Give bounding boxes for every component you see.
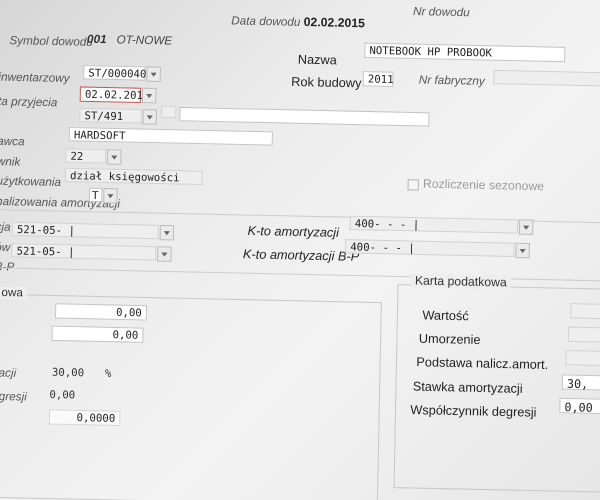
symbol-name: OT-NOWE <box>116 34 173 48</box>
symbol-dowodu-label: Symbol dowodu <box>9 34 93 49</box>
podatkowa-umorzenie-label: Umorzenie <box>418 331 481 348</box>
rozliczenie-sezonowe-checkbox[interactable] <box>407 179 419 191</box>
form-window: Data dowodu 02.02.2015 Nr dowodu Symbol … <box>0 0 600 500</box>
pracownik-dropdown[interactable] <box>106 149 122 165</box>
kst-field[interactable]: ST/491 <box>79 107 142 124</box>
konto-label-1: cja <box>0 221 11 234</box>
nr-dowodu-label: Nr dowodu <box>412 5 470 20</box>
bilansowa-wspolczynnik-label: egresji <box>0 390 27 404</box>
dostawca-field[interactable]: HARDSOFT <box>68 127 273 146</box>
bilansowa-stawka-value: 30,00 <box>51 366 85 380</box>
bilansowa-stawka-label: zacji <box>0 367 17 380</box>
konto-dropdown-2[interactable] <box>159 224 175 241</box>
kto-amortyzacji-field[interactable]: 400- - - | <box>349 215 519 234</box>
inwentarzowy-field[interactable]: ST/0000404 <box>83 65 153 81</box>
kto-amortyzacji-label: K-to amortyzacji <box>247 223 340 240</box>
podatkowa-podstawa-field[interactable] <box>565 349 600 367</box>
nazwa-label: Nazwa <box>297 52 337 68</box>
nr-fabryczny-field[interactable] <box>493 69 600 87</box>
konto-dropdown-3[interactable] <box>157 246 172 262</box>
podatkowa-podstawa-label: Podstawa nalicz.amort. <box>416 354 549 373</box>
nazwa-field[interactable]: NOTEBOOK HP PROBOOK <box>364 42 566 63</box>
kto-amortyzacji-bp-dropdown[interactable] <box>515 242 530 259</box>
data-dowodu-value: 02.02.2015 <box>303 14 366 31</box>
data-dowodu-label: Data dowodu <box>231 15 301 29</box>
podatkowa-wartosc-field[interactable] <box>570 303 600 320</box>
podatkowa-stawka-label: Stawka amortyzacji <box>412 379 523 396</box>
konto-field-3[interactable]: 521-05- | <box>11 243 157 261</box>
podatkowa-wspolczynnik-field[interactable]: 0,00 <box>559 397 600 415</box>
kto-amortyzacji-bp-label: K-to amortyzacji B-P <box>242 247 360 264</box>
miejsce-uzytkowania-label: użytkowania <box>0 175 62 190</box>
podatkowa-wartosc-label: Wartość <box>422 308 469 324</box>
kto-amortyzacji-dropdown[interactable] <box>518 219 534 235</box>
kst-dropdown[interactable] <box>142 109 158 125</box>
karta-podatkowa-title: Karta podatkowa <box>410 273 512 290</box>
rozliczania-amortyzacji-dropdown[interactable] <box>103 187 118 204</box>
konto-field-2[interactable]: 521-05- | <box>11 221 159 240</box>
kst-extra-field[interactable] <box>160 105 177 119</box>
podatkowa-wspolczynnik-label: Współczynnik degresji <box>410 402 537 420</box>
inwentarzowy-label: inwentarzowy <box>0 71 70 86</box>
fixed-asset-form: Data dowodu 02.02.2015 Nr dowodu Symbol … <box>0 0 600 500</box>
podatkowa-stawka-field[interactable]: 30, <box>561 374 600 391</box>
nr-fabryczny-label: Nr fabryczny <box>418 74 485 89</box>
pracownik-field[interactable]: 22 <box>65 148 107 164</box>
rozliczenie-sezonowe-label: Rozliczenie sezonowe <box>422 176 545 194</box>
data-przyjecia-label: ta przyjecia <box>0 95 58 110</box>
bilansowa-kwota-field[interactable]: 0,0000 <box>48 409 121 427</box>
miejsce-uzytkowania-field[interactable]: dział księgowości <box>64 167 203 185</box>
rok-budowy-field[interactable]: 2011 <box>362 71 394 88</box>
data-przyjecia-field[interactable]: 02.02.2015 <box>79 86 149 104</box>
bilansowa-wspolczynnik-value: 0,00 <box>49 388 76 402</box>
bilansowa-umorzenie-field[interactable]: 0,00 <box>51 325 144 343</box>
bilansowa-wartosc-field[interactable]: 0,00 <box>54 303 148 321</box>
symbol-code: 001 <box>86 33 107 47</box>
inwentarzowy-dropdown[interactable] <box>146 66 161 83</box>
pracownik-label: wnik <box>0 156 21 169</box>
kst-description-field[interactable] <box>179 106 430 127</box>
podatkowa-umorzenie-field[interactable] <box>567 326 600 343</box>
karta-bilansowa-title: owa <box>0 286 28 300</box>
data-przyjecia-dropdown[interactable] <box>141 87 157 104</box>
dostawca-label: awca <box>0 135 25 149</box>
konto-label-2: ów <box>0 241 11 255</box>
bilansowa-stawka-unit: % <box>104 367 112 380</box>
kto-amortyzacji-bp-field[interactable]: 400- - - | <box>345 239 515 258</box>
rok-budowy-label: Rok budowy <box>291 74 362 91</box>
rozliczania-amortyzacji-field[interactable]: T <box>88 187 103 203</box>
